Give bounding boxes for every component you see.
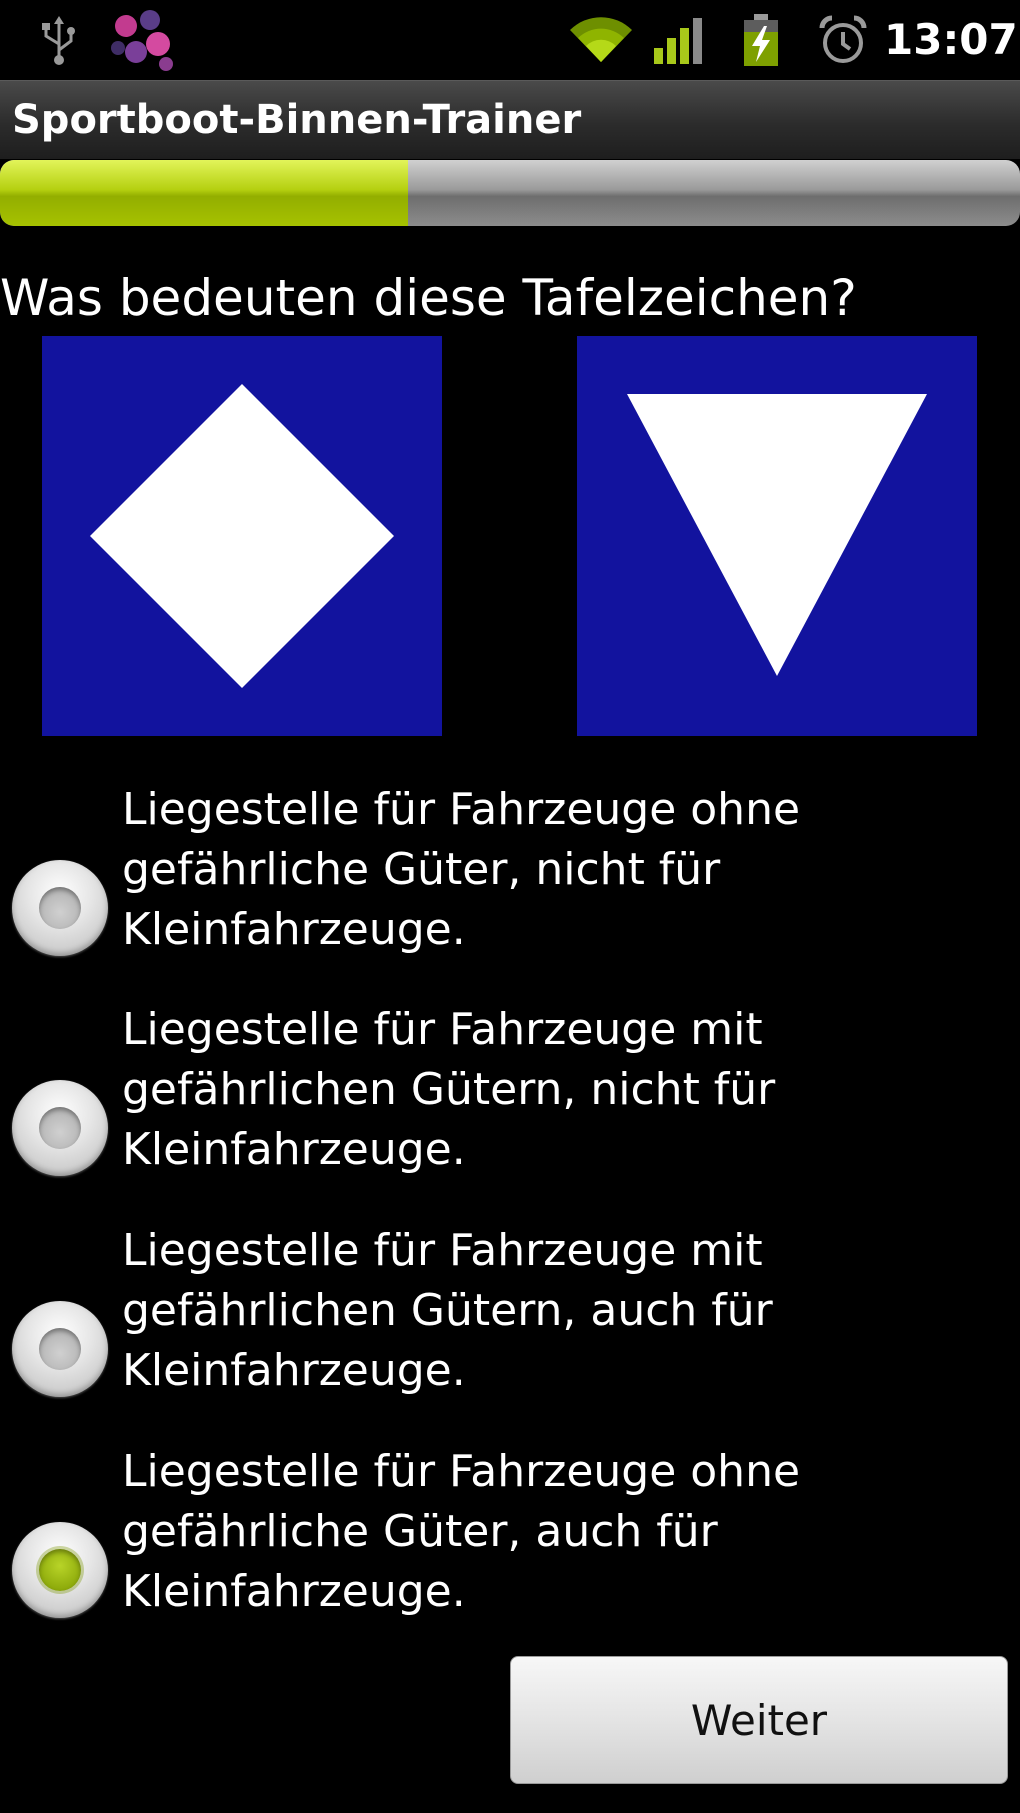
wifi-icon	[566, 14, 636, 66]
answer-option-4[interactable]: Liegestelle für Fahrzeuge ohne gefährlic…	[0, 1442, 1020, 1652]
radio-button[interactable]	[12, 860, 108, 956]
status-bar: 13:07	[0, 0, 1020, 80]
answer-option-1[interactable]: Liegestelle für Fahrzeuge ohne gefährlic…	[0, 780, 1020, 990]
battery-charging-icon	[740, 12, 782, 68]
alarm-icon	[818, 14, 868, 66]
screen: 13:07 Sportboot-Binnen-Trainer Was bedeu…	[0, 0, 1020, 1813]
sign-diamond-image	[42, 336, 442, 736]
progress-fill	[0, 160, 408, 226]
radio-button[interactable]	[12, 1301, 108, 1397]
progress-bar	[0, 160, 1020, 226]
answer-option-3[interactable]: Liegestelle für Fahrzeuge mit gefährlich…	[0, 1221, 1020, 1431]
sign-triangle-image	[577, 336, 977, 736]
app-notification-icon	[104, 2, 182, 76]
status-clock: 13:07	[884, 15, 1018, 64]
question-text: Was bedeuten diese Tafelzeichen?	[0, 269, 857, 327]
app-title: Sportboot-Binnen-Trainer	[12, 97, 582, 143]
answer-label: Liegestelle für Fahrzeuge ohne gefährlic…	[122, 1446, 801, 1617]
usb-icon	[38, 14, 80, 66]
radio-button[interactable]	[12, 1080, 108, 1176]
title-bar: Sportboot-Binnen-Trainer	[0, 80, 1020, 159]
answer-option-2[interactable]: Liegestelle für Fahrzeuge mit gefährlich…	[0, 1000, 1020, 1210]
radio-button[interactable]	[12, 1522, 108, 1618]
signal-icon	[652, 14, 708, 66]
answer-label: Liegestelle für Fahrzeuge mit gefährlich…	[122, 1225, 773, 1396]
answer-label: Liegestelle für Fahrzeuge mit gefährlich…	[122, 1004, 776, 1175]
answer-label: Liegestelle für Fahrzeuge ohne gefährlic…	[122, 784, 801, 955]
next-button[interactable]: Weiter	[510, 1656, 1008, 1784]
